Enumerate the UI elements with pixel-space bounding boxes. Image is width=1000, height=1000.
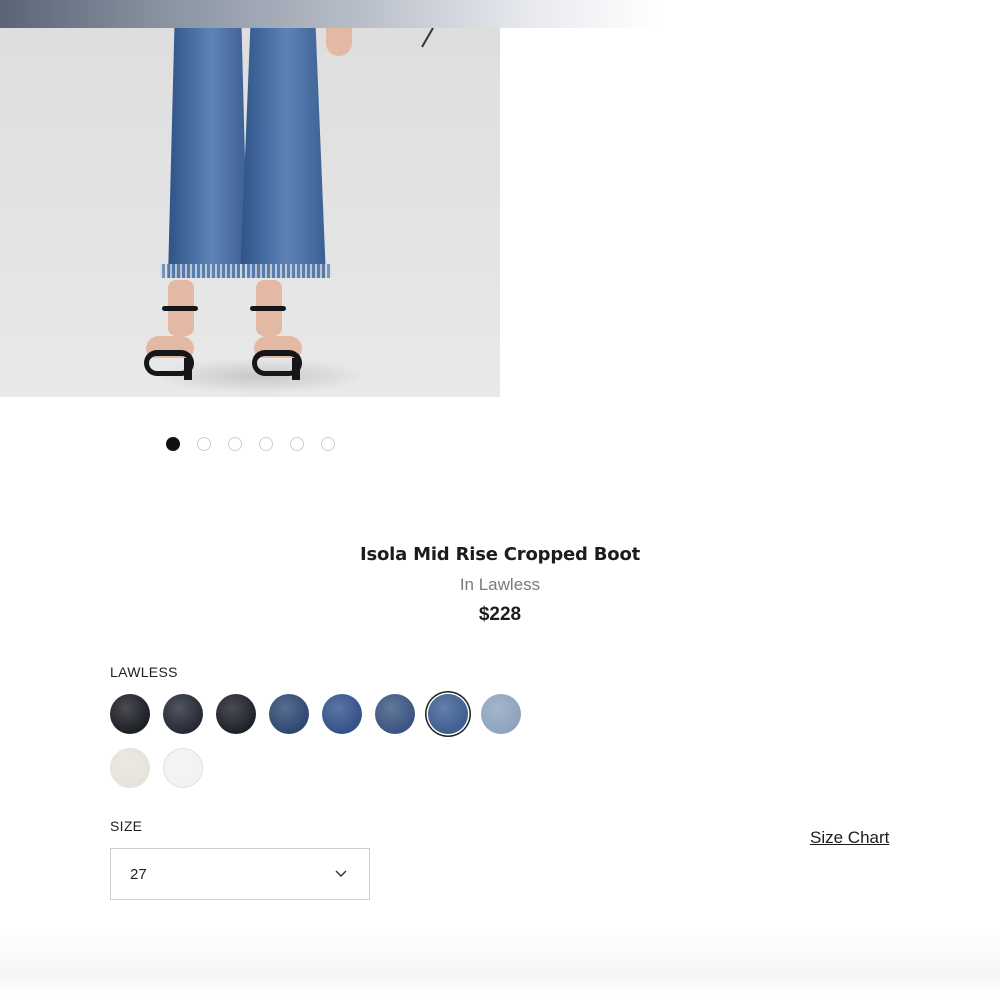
color-swatch[interactable] [110, 748, 150, 788]
product-title: Isola Mid Rise Cropped Boot [359, 544, 641, 565]
size-select[interactable]: 27 [110, 848, 370, 900]
heel-left [184, 358, 192, 380]
color-swatches [110, 694, 530, 788]
carousel-dot[interactable] [259, 437, 273, 451]
carousel-dot[interactable] [228, 437, 242, 451]
jeans-left-leg [168, 28, 248, 278]
carousel-dots [166, 437, 335, 451]
color-swatch[interactable] [322, 694, 362, 734]
size-chart-link[interactable]: Size Chart [810, 828, 889, 848]
carousel-dot[interactable] [166, 437, 180, 451]
frayed-hem-left [160, 264, 250, 278]
bag-strap [421, 28, 434, 48]
product-colorway: In Lawless [459, 575, 541, 594]
color-swatch[interactable] [163, 694, 203, 734]
color-swatch[interactable] [216, 694, 256, 734]
carousel-dot[interactable] [290, 437, 304, 451]
carousel-dot[interactable] [197, 437, 211, 451]
size-label: SIZE [110, 818, 143, 834]
color-swatch[interactable] [110, 694, 150, 734]
chevron-down-icon [335, 870, 347, 877]
bottom-fade-overlay [0, 930, 1000, 1000]
top-fade-overlay [0, 0, 660, 28]
jeans-right-leg [240, 28, 326, 278]
size-selected-value: 27 [130, 866, 147, 883]
color-swatch[interactable] [163, 748, 203, 788]
heel-right [292, 358, 300, 380]
color-swatch[interactable] [481, 694, 521, 734]
color-swatch[interactable] [428, 694, 468, 734]
product-price: $228 [478, 604, 522, 625]
color-swatch[interactable] [269, 694, 309, 734]
sandal-strap-right [250, 306, 286, 311]
sandal-strap-left [162, 306, 198, 311]
carousel-dot[interactable] [321, 437, 335, 451]
model-hand [326, 28, 352, 56]
color-label: LAWLESS [110, 664, 178, 680]
product-image[interactable] [0, 28, 500, 397]
frayed-hem-right [240, 264, 332, 278]
color-swatch[interactable] [375, 694, 415, 734]
